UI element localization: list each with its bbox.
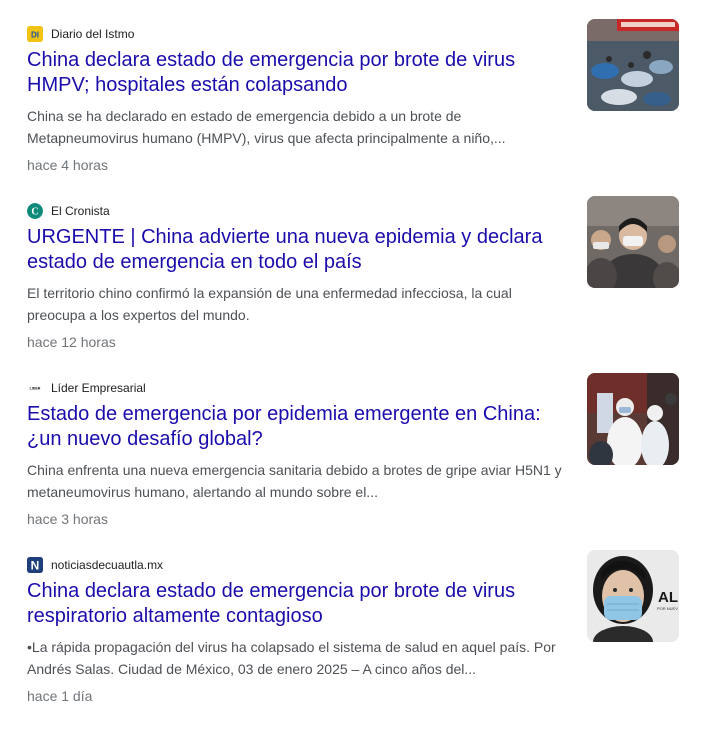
source-row[interactable]: N noticiasdecuautla.mx [27,557,163,573]
headline-link[interactable]: Estado de emergencia por epidemia emerge… [27,402,572,452]
source-row[interactable]: DI Diario del Istmo [27,26,134,42]
thumbnail-image[interactable] [587,373,679,465]
snippet: •La rápida propagación del virus ha cola… [27,639,556,677]
thumbnail-overlay-subtext: POR NUEV [657,606,678,611]
noticias-de-cuautla-logo-icon: N [27,557,43,573]
source-row[interactable]: LIDER Líder Empresarial [27,380,146,396]
news-article: DI Diario del Istmo China declara estado… [0,19,722,198]
headline-link[interactable]: China declara estado de emergencia por b… [27,48,572,98]
lider-empresarial-logo-icon: LIDER [27,380,43,396]
timestamp: hace 4 horas [27,157,108,173]
source-name: El Cronista [51,204,110,218]
thumbnail-overlay-text: AL [658,589,678,606]
source-name: noticiasdecuautla.mx [51,558,164,572]
source-name: Diario del Istmo [51,27,135,41]
thumbnail-image[interactable] [587,196,679,288]
headline-link[interactable]: China declara estado de emergencia por b… [27,579,572,629]
news-article: C El Cronista URGENTE | China advierte u… [0,196,722,375]
news-article: N noticiasdecuautla.mx China declara est… [0,550,722,729]
svg-text:DI: DI [31,31,39,40]
thumbnail-image[interactable] [587,19,679,111]
thumbnail-image[interactable]: AL POR NUEV [587,550,679,642]
svg-text:C: C [31,207,38,218]
snippet: China se ha declarado en estado de emerg… [27,108,506,146]
el-cronista-logo-icon: C [27,203,43,219]
timestamp: hace 12 horas [27,334,116,350]
diario-del-istmo-logo-icon: DI [27,26,43,42]
timestamp: hace 3 horas [27,511,108,527]
svg-text:LIDER: LIDER [30,387,41,391]
timestamp: hace 1 día [27,688,93,704]
svg-text:N: N [31,559,40,573]
headline-link[interactable]: URGENTE | China advierte una nueva epide… [27,225,572,275]
snippet: China enfrenta una nueva emergencia sani… [27,462,562,500]
source-name: Líder Empresarial [51,381,146,395]
source-row[interactable]: C El Cronista [27,203,110,219]
news-article: LIDER Líder Empresarial Estado de emerge… [0,373,722,552]
snippet: El territorio chino confirmó la expansió… [27,285,512,323]
